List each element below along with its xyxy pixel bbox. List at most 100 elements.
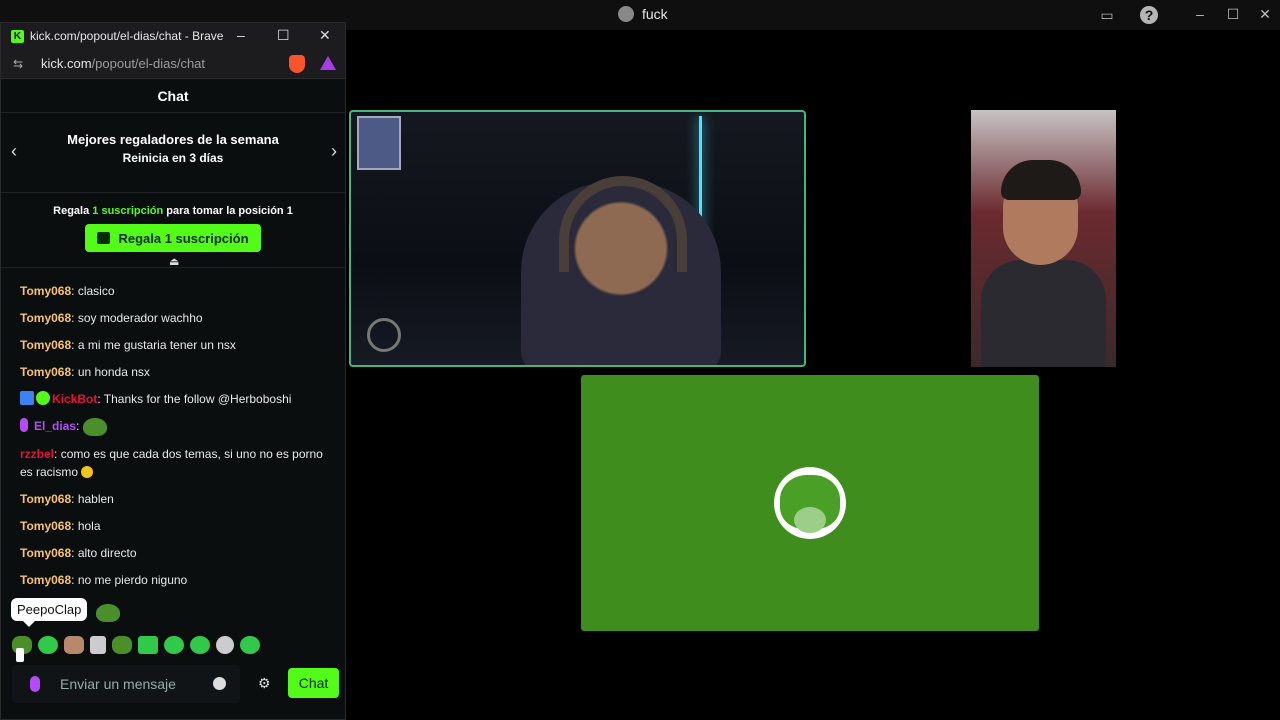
minimize-icon[interactable]: – (1190, 6, 1210, 22)
url-path: /popout/el-dias/chat (91, 56, 206, 71)
smiley-emoji-icon (81, 465, 94, 478)
avatar-tile[interactable] (581, 375, 1039, 631)
chat-separator: : (71, 284, 78, 298)
site-settings-icon[interactable]: ⇆ (13, 57, 27, 71)
emote-tooltip: PeepoClap (11, 598, 88, 627)
laugh-emote-icon[interactable] (190, 636, 210, 654)
brave-shields-icon[interactable] (289, 55, 305, 73)
gift-sub-button-label: Regala 1 suscripción (118, 230, 249, 246)
chat-text: soy moderador wachho (77, 311, 203, 325)
gift-suffix: para tomar la posición 1 (166, 205, 293, 217)
mic-icon[interactable] (30, 676, 40, 692)
close-icon[interactable]: ✕ (1255, 6, 1275, 23)
collapse-icon[interactable]: ⏏ (169, 255, 179, 268)
chat-username[interactable]: Tomy068 (20, 338, 71, 352)
video-tile-speaking[interactable] (349, 110, 806, 367)
participant-hair (1001, 160, 1081, 200)
gift-sub-button[interactable]: Regala 1 suscripción (85, 224, 261, 252)
chat-username[interactable]: Tomy068 (20, 573, 71, 587)
gift-icon (97, 232, 111, 244)
peepo-emote-icon[interactable] (82, 417, 107, 436)
chat-message: Tomy068: un honda nsx (20, 363, 332, 381)
gift-prefix: Regala (53, 205, 90, 217)
chat-message: Tomy068: hablen (20, 490, 332, 508)
call-title: fuck (618, 6, 668, 22)
wall-poster (357, 116, 401, 170)
chat-separator: : (71, 491, 78, 506)
chat-username[interactable]: rzzbel (20, 447, 54, 461)
wink-emote-icon[interactable] (240, 636, 260, 654)
video-tile-participant[interactable] (971, 110, 1116, 367)
frog-emote-icon[interactable] (112, 636, 132, 654)
chat-text: Thanks for the follow @Herboboshi (103, 392, 292, 406)
cat-emote-icon[interactable] (64, 636, 84, 654)
peepo-emote-icon[interactable] (96, 604, 120, 622)
previous-arrow-icon[interactable]: ‹ (11, 141, 17, 162)
next-arrow-icon[interactable]: › (331, 141, 337, 162)
chat-text: hola (77, 518, 101, 533)
chat-header: Chat (1, 79, 345, 113)
chat-separator: : (71, 311, 78, 325)
chat-settings-gear-icon[interactable]: ⚙ (258, 675, 271, 692)
chat-message: El_dias: (20, 417, 332, 436)
url-host: kick.com (41, 56, 92, 71)
call-title-text: fuck (642, 6, 668, 22)
browser-title-bar: K kick.com/popout/el-dias/chat - Brave –… (1, 23, 345, 49)
moderator-badge-icon (20, 391, 34, 405)
help-icon[interactable]: ? (1140, 6, 1158, 24)
gift-sub-panel: Regala 1 suscripción para tomar la posic… (1, 193, 345, 268)
chat-username[interactable]: Tomy068 (20, 365, 71, 379)
chat-separator: : (71, 338, 78, 352)
gift-sub-prompt: Regala 1 suscripción para tomar la posic… (1, 193, 345, 217)
chat-username[interactable]: Tomy068 (20, 519, 71, 533)
participant-shirt (981, 260, 1106, 367)
address-bar[interactable]: ⇆ kick.com/popout/el-dias/chat (1, 49, 345, 79)
kick-logo-icon: K (11, 29, 24, 43)
emoji-picker-icon[interactable] (213, 677, 226, 690)
avatar-face (794, 507, 826, 533)
chat-text: alto directo (77, 545, 137, 560)
chat-separator: : (71, 365, 78, 379)
quick-emote-bar (12, 636, 260, 654)
chat-username[interactable]: Tomy068 (20, 492, 71, 506)
verified-badge-icon (36, 391, 50, 405)
maximize-icon[interactable]: ☐ (1223, 6, 1243, 23)
stream-overlay-icon (367, 318, 401, 352)
box-emote-icon[interactable] (138, 636, 158, 654)
mouse-cursor-icon (16, 648, 24, 662)
skull-emote-icon[interactable] (216, 636, 234, 654)
chat-input[interactable]: Enviar un mensaje (12, 665, 240, 703)
browser-close-icon[interactable]: ✕ (319, 27, 331, 44)
chat-message: Tomy068: clasico (20, 282, 332, 300)
chat-username[interactable]: Tomy068 (20, 546, 71, 560)
chat-text: a mi me gustaria tener un nsx (77, 338, 236, 352)
broadcaster-badge-icon (20, 418, 28, 432)
top-gifters-panel: ‹ Mejores regaladores de la semana Reini… (1, 113, 345, 193)
chat-separator: : (71, 518, 78, 533)
chat-username[interactable]: El_dias (34, 419, 76, 433)
chat-username[interactable]: Tomy068 (20, 284, 71, 298)
browser-minimize-icon[interactable]: – (237, 27, 245, 43)
chat-username[interactable]: Tomy068 (20, 311, 71, 325)
chat-message: Tomy068: no me pierdo niguno (20, 571, 332, 589)
chat-username[interactable]: KickBot (52, 392, 97, 406)
top-gifters-title: Mejores regaladores de la semana (67, 132, 279, 147)
brave-rewards-icon[interactable] (320, 56, 336, 70)
participant-avatar (774, 467, 846, 539)
green-emote-icon[interactable] (38, 636, 58, 654)
chat-text: como es que cada dos temas, si uno no es… (20, 446, 323, 479)
browser-window-title: kick.com/popout/el-dias/chat - Brave (30, 29, 224, 43)
chat-separator: : (71, 545, 78, 560)
mute-emote-icon[interactable] (90, 636, 106, 654)
chat-message: KickBot: Thanks for the follow @Herbobos… (20, 390, 332, 408)
chat-message: Tomy068: a mi me gustaria tener un nsx (20, 336, 332, 354)
browser-maximize-icon[interactable]: ☐ (277, 27, 290, 44)
inbox-icon[interactable]: ▭ (1098, 6, 1116, 24)
chat-message: rzzbel: como es que cada dos temas, si u… (20, 445, 332, 481)
send-chat-button[interactable]: Chat (288, 668, 339, 698)
smile-emote-icon[interactable] (164, 636, 184, 654)
chat-message: Tomy068: soy moderador wachho (20, 309, 332, 327)
chat-message: Tomy068: hola (20, 517, 332, 535)
chat-text: no me pierdo niguno (77, 572, 188, 587)
top-gifters-reset: Reinicia en 3 días (122, 151, 224, 165)
